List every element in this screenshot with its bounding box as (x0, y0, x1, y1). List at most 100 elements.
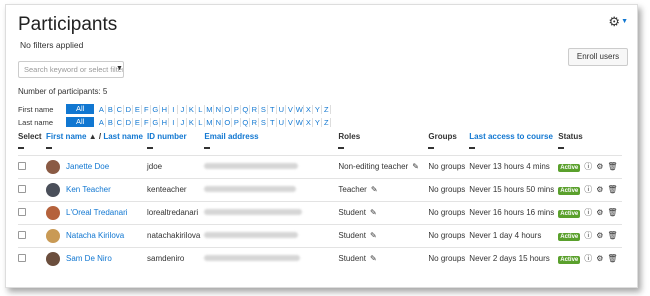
initial-letter[interactable]: J (178, 104, 188, 114)
initial-letter[interactable]: N (214, 117, 224, 127)
initial-letter[interactable]: L (196, 104, 206, 114)
collapse-icon[interactable] (204, 147, 211, 149)
chevron-down-icon[interactable]: ▼ (621, 18, 628, 25)
initial-letter[interactable]: T (268, 117, 278, 127)
initial-letter[interactable]: S (259, 104, 269, 114)
initial-letter[interactable]: U (277, 117, 287, 127)
initial-letter[interactable]: Z (322, 117, 332, 127)
initial-letter[interactable]: H (160, 104, 170, 114)
gear-icon[interactable]: ⚙ (608, 15, 620, 28)
pencil-icon[interactable]: ✎ (370, 254, 377, 263)
trash-icon[interactable]: 🗑 (607, 185, 617, 194)
row-checkbox[interactable] (18, 184, 26, 193)
search-input[interactable]: Search keyword or select filter (18, 61, 124, 78)
user-name-link[interactable]: Sam De Niro (66, 254, 112, 263)
user-name-link[interactable]: Natacha Kirilova (66, 231, 124, 240)
initial-letter[interactable]: W (295, 117, 305, 127)
initial-letter[interactable]: O (223, 117, 233, 127)
initial-letter[interactable]: S (259, 117, 269, 127)
initial-letter[interactable]: R (250, 104, 260, 114)
initial-letter[interactable]: C (115, 104, 125, 114)
collapse-icon[interactable] (469, 147, 476, 149)
sort-id[interactable]: ID number (147, 132, 187, 141)
initial-letter[interactable]: P (232, 104, 242, 114)
initial-letter[interactable]: A (97, 104, 107, 114)
initial-letter[interactable]: M (205, 117, 215, 127)
initial-all-button[interactable]: All (66, 117, 95, 127)
collapse-icon[interactable] (18, 147, 24, 149)
trash-icon[interactable]: 🗑 (607, 231, 617, 240)
initial-letter[interactable]: V (286, 117, 296, 127)
gear-icon[interactable]: ⚙ (596, 231, 603, 240)
initial-letter[interactable]: O (223, 104, 233, 114)
info-icon[interactable]: ⓘ (584, 231, 592, 240)
initial-letter[interactable]: G (151, 104, 161, 114)
chevron-down-icon[interactable]: ▼ (116, 65, 123, 72)
initial-letter[interactable]: D (124, 117, 134, 127)
initial-letter[interactable]: P (232, 117, 242, 127)
info-icon[interactable]: ⓘ (584, 254, 592, 263)
initial-letter[interactable]: K (187, 104, 197, 114)
gear-icon[interactable]: ⚙ (596, 185, 603, 194)
initial-letter[interactable]: E (133, 104, 143, 114)
initial-letter[interactable]: G (151, 117, 161, 127)
initial-letter[interactable]: F (142, 117, 152, 127)
pencil-icon[interactable]: ✎ (412, 162, 419, 171)
gear-icon[interactable]: ⚙ (596, 208, 603, 217)
trash-icon[interactable]: 🗑 (607, 208, 617, 217)
sort-first-name[interactable]: First name (46, 132, 86, 141)
initial-letter[interactable]: B (106, 117, 116, 127)
initial-letter[interactable]: R (250, 117, 260, 127)
initial-letter[interactable]: K (187, 117, 197, 127)
initial-letter[interactable]: X (304, 117, 314, 127)
initial-letter[interactable]: Z (322, 104, 332, 114)
initial-letter[interactable]: I (169, 104, 179, 114)
gear-icon[interactable]: ⚙ (596, 254, 603, 263)
initial-letter[interactable]: H (160, 117, 170, 127)
row-checkbox[interactable] (18, 161, 26, 170)
initial-letter[interactable]: F (142, 104, 152, 114)
initial-letter[interactable]: C (115, 117, 125, 127)
initial-letter[interactable]: Q (241, 104, 251, 114)
trash-icon[interactable]: 🗑 (607, 162, 617, 171)
user-name-link[interactable]: L'Oreal Tredanari (66, 208, 128, 217)
initial-letter[interactable]: U (277, 104, 287, 114)
initial-letter[interactable]: I (169, 117, 179, 127)
initial-letter[interactable]: E (133, 117, 143, 127)
collapse-icon[interactable] (147, 147, 153, 149)
sort-last-name[interactable]: Last name (103, 132, 143, 141)
initial-letter[interactable]: Y (313, 117, 323, 127)
initial-letter[interactable]: Y (313, 104, 323, 114)
collapse-icon[interactable] (558, 147, 565, 149)
pencil-icon[interactable]: ✎ (370, 231, 377, 240)
row-checkbox[interactable] (18, 230, 26, 239)
row-checkbox[interactable] (18, 253, 26, 262)
initial-letter[interactable]: Q (241, 117, 251, 127)
sort-email[interactable]: Email address (204, 132, 258, 141)
collapse-icon[interactable] (428, 147, 435, 149)
collapse-icon[interactable] (338, 147, 345, 149)
initial-all-button[interactable]: All (66, 104, 95, 114)
initial-letter[interactable]: M (205, 104, 215, 114)
initial-letter[interactable]: X (304, 104, 314, 114)
info-icon[interactable]: ⓘ (584, 185, 592, 194)
initial-letter[interactable]: T (268, 104, 278, 114)
info-icon[interactable]: ⓘ (584, 162, 592, 171)
initial-letter[interactable]: B (106, 104, 116, 114)
info-icon[interactable]: ⓘ (584, 208, 592, 217)
sort-access[interactable]: Last access to course (469, 132, 553, 141)
initial-letter[interactable]: D (124, 104, 134, 114)
initial-letter[interactable]: V (286, 104, 296, 114)
initial-letter[interactable]: A (97, 117, 107, 127)
row-checkbox[interactable] (18, 207, 26, 216)
pencil-icon[interactable]: ✎ (371, 185, 378, 194)
user-name-link[interactable]: Janette Doe (66, 162, 109, 171)
pencil-icon[interactable]: ✎ (370, 208, 377, 217)
initial-letter[interactable]: W (295, 104, 305, 114)
gear-icon[interactable]: ⚙ (596, 162, 603, 171)
trash-icon[interactable]: 🗑 (607, 254, 617, 263)
collapse-icon[interactable] (46, 147, 52, 149)
initial-letter[interactable]: N (214, 104, 224, 114)
initial-letter[interactable]: L (196, 117, 206, 127)
enroll-users-button[interactable]: Enroll users (568, 48, 628, 66)
